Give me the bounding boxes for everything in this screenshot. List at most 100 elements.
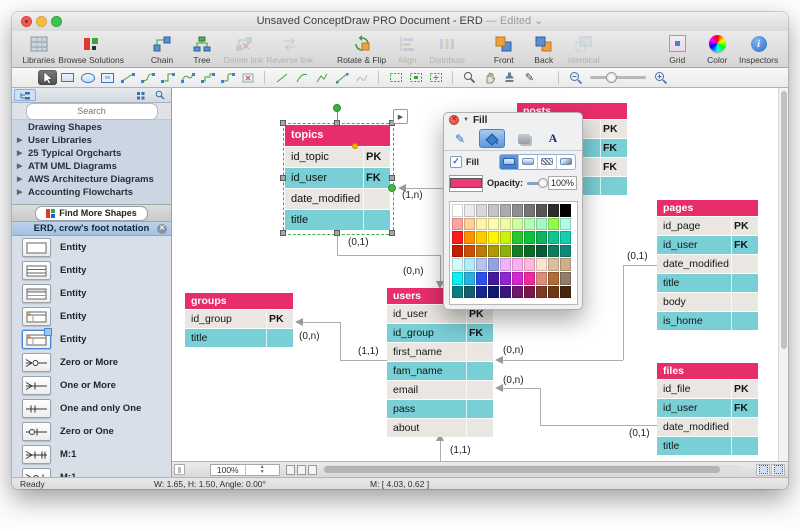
- shape-item-zero-or-one[interactable]: Zero or One: [12, 420, 171, 443]
- connector-users-groups[interactable]: [340, 322, 341, 360]
- palette-color-swatch[interactable]: [500, 204, 511, 217]
- resize-handle[interactable]: [280, 120, 286, 126]
- palette-color-swatch[interactable]: [464, 231, 475, 244]
- erd-table-users[interactable]: users id_user PK id_group FK first_name fam_na…: [387, 288, 493, 437]
- connector-topics-users[interactable]: [337, 255, 440, 256]
- palette-color-swatch[interactable]: [512, 271, 523, 285]
- palette-color-swatch[interactable]: [536, 258, 547, 271]
- palette-color-swatch[interactable]: [476, 231, 487, 244]
- rotate-flip-button[interactable]: Rotate & Flip: [336, 33, 387, 65]
- fill-tab[interactable]: [479, 129, 505, 148]
- erd-field-row[interactable]: id_page PK: [657, 217, 758, 235]
- erd-field-row[interactable]: title: [185, 329, 293, 347]
- drawing-canvas[interactable]: (1,n) (0,1) (0,n) (0,n) (1,1) (0,n) (0,1…: [172, 88, 788, 461]
- zoom-in-button[interactable]: [651, 70, 670, 85]
- palette-color-swatch[interactable]: [560, 285, 571, 299]
- palette-color-swatch[interactable]: [452, 271, 463, 285]
- palette-color-swatch[interactable]: [560, 271, 571, 285]
- select-tool[interactable]: [38, 70, 57, 85]
- palette-color-swatch[interactable]: [488, 231, 499, 244]
- palette-color-swatch[interactable]: [464, 271, 475, 285]
- shape-item-entity-2[interactable]: Entity: [12, 259, 171, 282]
- horizontal-scrollbar[interactable]: [322, 465, 742, 474]
- disclosure-triangle-icon[interactable]: ▶: [17, 186, 22, 199]
- zoom-window-button[interactable]: [51, 16, 62, 27]
- palette-color-swatch[interactable]: [500, 285, 511, 299]
- palette-color-swatch[interactable]: [512, 285, 523, 299]
- erd-field-row[interactable]: email: [387, 381, 493, 399]
- browse-solutions-button[interactable]: Browse Solutions: [58, 33, 124, 65]
- erd-table-title[interactable]: files: [657, 363, 758, 379]
- palette-color-swatch[interactable]: [500, 244, 511, 258]
- vertical-scrollbar-thumb[interactable]: [780, 91, 787, 349]
- palette-color-swatch[interactable]: [500, 217, 511, 231]
- shape-item-entity-1[interactable]: Entity: [12, 236, 171, 259]
- erd-field-row[interactable]: id_group FK: [387, 324, 493, 342]
- palette-color-swatch[interactable]: [524, 204, 535, 217]
- palette-color-swatch[interactable]: [512, 258, 523, 271]
- palette-color-swatch[interactable]: [488, 271, 499, 285]
- connector-users-files[interactable]: [540, 388, 541, 425]
- ellipse-tool[interactable]: [78, 70, 97, 85]
- arc-connector-tool[interactable]: [138, 70, 157, 85]
- zoom-out-button[interactable]: [566, 70, 585, 85]
- palette-color-swatch[interactable]: [560, 258, 571, 271]
- palette-color-swatch[interactable]: [548, 231, 559, 244]
- palette-color-swatch[interactable]: [488, 204, 499, 217]
- opacity-slider[interactable]: [527, 177, 548, 188]
- palette-color-swatch[interactable]: [524, 217, 535, 231]
- connector-users-groups[interactable]: [302, 322, 340, 323]
- tree-view-button[interactable]: [14, 89, 36, 101]
- zoom-stepper[interactable]: ▲ ▼: [244, 464, 280, 475]
- rectangle-tool[interactable]: [58, 70, 77, 85]
- palette-color-swatch[interactable]: [524, 271, 535, 285]
- line-tool[interactable]: [272, 70, 291, 85]
- palette-color-swatch[interactable]: [512, 244, 523, 258]
- close-library-icon[interactable]: ✕: [157, 223, 167, 234]
- palette-color-swatch[interactable]: [452, 217, 463, 231]
- chain-button[interactable]: Chain: [142, 33, 182, 65]
- solid-fill-button[interactable]: [500, 154, 519, 169]
- align-button[interactable]: Align: [387, 33, 427, 65]
- disclosure-triangle-icon[interactable]: ▶: [17, 173, 22, 186]
- palette-color-swatch[interactable]: [476, 271, 487, 285]
- palette-color-swatch[interactable]: [452, 285, 463, 299]
- palette-color-swatch[interactable]: [500, 258, 511, 271]
- palette-color-swatch[interactable]: [524, 231, 535, 244]
- erd-table-pages[interactable]: pages id_page PK id_user FK date_modified titl…: [657, 200, 758, 330]
- palette-color-swatch[interactable]: [524, 244, 535, 258]
- palette-color-swatch[interactable]: [476, 258, 487, 271]
- spline-tool[interactable]: [332, 70, 351, 85]
- erd-field-row[interactable]: date_modified: [657, 255, 758, 273]
- palette-color-swatch[interactable]: [464, 204, 475, 217]
- pan-tool[interactable]: [480, 70, 499, 85]
- resize-handle[interactable]: [334, 230, 340, 236]
- palette-color-swatch[interactable]: [452, 204, 463, 217]
- zoom-level-control[interactable]: 100% ▲ ▼: [210, 463, 280, 476]
- zoom-slider-thumb[interactable]: [606, 72, 617, 83]
- palette-color-swatch[interactable]: [476, 285, 487, 299]
- library-item-clipped[interactable]: [12, 199, 171, 204]
- shape-item-entity-4[interactable]: Entity: [12, 305, 171, 328]
- stamp-tool[interactable]: [500, 70, 519, 85]
- palette-color-swatch[interactable]: [512, 204, 523, 217]
- palette-color-swatch[interactable]: [512, 231, 523, 244]
- erd-field-row[interactable]: title: [657, 274, 758, 292]
- resize-handle[interactable]: [389, 175, 395, 181]
- find-more-shapes-button[interactable]: Find More Shapes: [35, 205, 148, 221]
- palette-color-swatch[interactable]: [548, 244, 559, 258]
- direct-connector-tool[interactable]: [118, 70, 137, 85]
- erd-field-row[interactable]: id_user FK: [657, 236, 758, 254]
- shape-item-entity-3[interactable]: Entity: [12, 282, 171, 305]
- palette-color-swatch[interactable]: [488, 285, 499, 299]
- resize-handle[interactable]: [280, 230, 286, 236]
- shape-item-zero-or-more[interactable]: Zero or More: [12, 351, 171, 374]
- palette-color-swatch[interactable]: [488, 244, 499, 258]
- erd-table-title[interactable]: groups: [185, 293, 293, 309]
- connector-users-pages[interactable]: [623, 265, 657, 266]
- palette-color-swatch[interactable]: [548, 285, 559, 299]
- library-item-user-libraries[interactable]: ▶ User Libraries: [12, 134, 171, 147]
- palette-color-swatch[interactable]: [524, 258, 535, 271]
- erd-field-row[interactable]: first_name: [387, 343, 493, 361]
- identical-button[interactable]: Identical: [564, 33, 604, 65]
